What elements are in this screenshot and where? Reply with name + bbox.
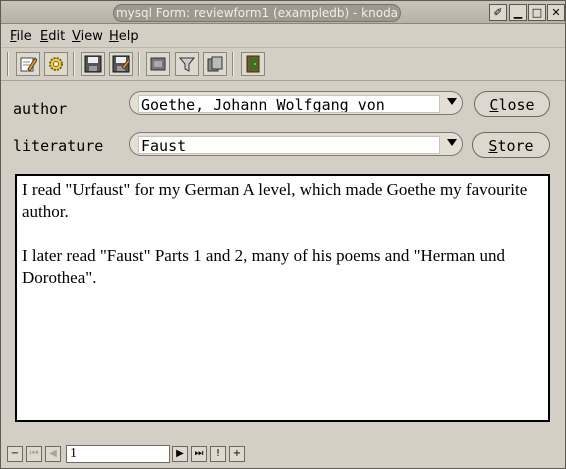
exit-button[interactable] [241, 52, 265, 76]
first-record-icon[interactable]: ⏮ [26, 446, 42, 462]
store-button-label: tore [497, 137, 534, 155]
menu-bar: File Edit View Help [1, 25, 565, 48]
view-mode-icon [49, 57, 63, 71]
toolbar [1, 48, 565, 81]
close-button[interactable]: Close [474, 91, 550, 117]
save-icon [84, 55, 102, 73]
menu-edit-label: dit [48, 29, 66, 44]
design-mode-icon [20, 57, 37, 72]
toolbar-handle[interactable] [7, 52, 9, 76]
toolbar-separator [138, 52, 140, 76]
review-textarea[interactable]: I read "Urfaust" for my German A level, … [15, 174, 550, 422]
close-icon[interactable]: ✕ [547, 4, 565, 21]
close-button-label: lose [498, 96, 535, 114]
print-icon [150, 57, 166, 71]
toolbar-separator [73, 52, 75, 76]
maximize-icon[interactable]: □ [528, 4, 546, 21]
literature-combobox[interactable]: Faust [129, 132, 463, 156]
pin-icon[interactable]: ✐ [489, 4, 507, 21]
filter-button[interactable] [175, 52, 199, 76]
title-bar[interactable]: mysql Form: reviewform1 (exampledb) - kn… [1, 1, 565, 24]
menu-help[interactable]: Help [109, 29, 139, 44]
sort-icon [207, 56, 223, 72]
delete-record-button[interactable]: − [7, 446, 23, 462]
author-label: author [13, 100, 68, 118]
menu-view-mnemonic: V [72, 29, 81, 44]
add-record-button[interactable]: + [229, 446, 245, 462]
application-window: mysql Form: reviewform1 (exampledb) - kn… [0, 0, 566, 469]
store-button[interactable]: Store [472, 132, 550, 158]
literature-value[interactable]: Faust [138, 136, 440, 154]
save-record-button[interactable]: ! [210, 446, 226, 462]
menu-file-label: ile [16, 29, 32, 44]
previous-record-icon[interactable]: ◀ [45, 446, 61, 462]
exit-icon [246, 55, 260, 73]
save-as-button[interactable] [109, 52, 133, 76]
chevron-down-icon[interactable] [447, 139, 457, 146]
minimize-icon[interactable]: ▁ [509, 4, 527, 21]
print-button[interactable] [146, 52, 170, 76]
record-number-input[interactable]: 1 [66, 445, 170, 463]
next-record-icon[interactable]: ▶ [172, 446, 188, 462]
literature-label: literature [13, 137, 104, 155]
last-record-icon[interactable]: ⏭ [191, 446, 207, 462]
author-combobox[interactable]: Goethe, Johann Wolfgang von [129, 91, 463, 115]
view-mode-button[interactable] [44, 52, 68, 76]
sort-button[interactable] [203, 52, 227, 76]
menu-help-mnemonic: H [109, 29, 119, 44]
menu-file[interactable]: File [10, 29, 32, 44]
save-button[interactable] [81, 52, 105, 76]
window-title: mysql Form: reviewform1 (exampledb) - kn… [113, 4, 401, 22]
menu-edit-mnemonic: E [40, 29, 49, 44]
toolbar-separator [232, 52, 234, 76]
save-as-icon [112, 55, 130, 73]
menu-help-label: elp [118, 29, 139, 44]
menu-view[interactable]: View [72, 29, 103, 44]
menu-view-label: iew [80, 29, 103, 44]
chevron-down-icon[interactable] [447, 98, 457, 105]
author-value[interactable]: Goethe, Johann Wolfgang von [138, 95, 440, 113]
filter-icon [178, 57, 196, 72]
menu-edit[interactable]: Edit [40, 29, 65, 44]
design-mode-button[interactable] [16, 52, 40, 76]
record-navigation-bar: − ⏮ ◀ 1 ▶ ⏭ ! + [1, 432, 565, 468]
